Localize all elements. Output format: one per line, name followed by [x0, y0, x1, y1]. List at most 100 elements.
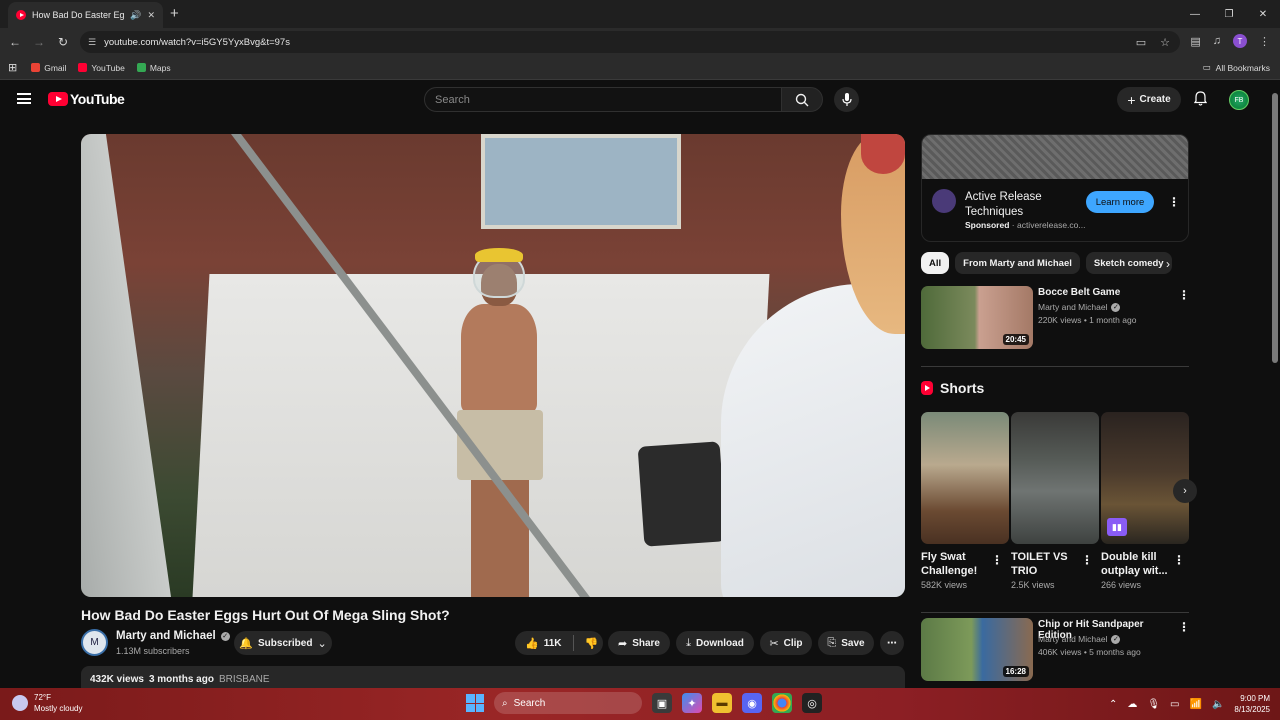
advertiser-logo[interactable]	[932, 189, 956, 213]
video-location[interactable]: BRISBANE	[219, 674, 270, 685]
subscribed-button[interactable]: 🔔 Subscribed ⌄	[234, 631, 332, 655]
chrome-icon[interactable]	[772, 693, 792, 713]
hamburger-menu-icon[interactable]	[17, 93, 31, 104]
save-button[interactable]: ⎘ Save	[818, 631, 874, 655]
video-meta: 406K views • 5 months ago	[1038, 647, 1141, 657]
ad-menu-icon[interactable]: ⋮	[1168, 196, 1180, 208]
bookmark-maps[interactable]: Maps	[136, 63, 171, 73]
recommended-video[interactable]: 16:28 Chip or Hit Sandpaper Edition Mart…	[921, 618, 1190, 682]
sponsored-ad-card[interactable]: Active Release Techniques Sponsored · ac…	[921, 134, 1189, 242]
browser-menu-icon[interactable]: ⋮	[1259, 35, 1270, 48]
short-menu-icon[interactable]: ⋮	[991, 554, 1003, 566]
short-thumbnail[interactable]	[1011, 412, 1099, 544]
profile-avatar[interactable]: T	[1233, 34, 1247, 48]
address-bar[interactable]: ☰ youtube.com/watch?v=i5GY5YyxBvg&t=97s …	[80, 31, 1180, 53]
short-title[interactable]: Fly Swat Challenge!	[921, 550, 993, 578]
discord-icon[interactable]: ◉	[742, 693, 762, 713]
onedrive-icon[interactable]: ☁	[1127, 699, 1137, 710]
cast-icon[interactable]: ▭	[1136, 36, 1146, 49]
bookmark-youtube[interactable]: YouTube	[78, 63, 125, 73]
all-bookmarks-label: All Bookmarks	[1215, 62, 1270, 73]
close-window-icon[interactable]: ✕	[1246, 0, 1280, 28]
page-scrollbar[interactable]	[1270, 81, 1280, 688]
clip-button[interactable]: ✂ Clip	[760, 631, 812, 655]
close-tab-icon[interactable]: ✕	[147, 10, 155, 21]
more-actions-button[interactable]: ⋯	[880, 631, 904, 655]
browser-tab[interactable]: How Bad Do Easter Eggs H 🔊 ✕	[8, 2, 163, 28]
save-label: Save	[841, 637, 865, 649]
video-title[interactable]: Bocce Belt Game	[1038, 287, 1178, 298]
microphone-icon[interactable]: 🎙	[1147, 699, 1160, 710]
restore-icon[interactable]: ❐	[1212, 0, 1246, 28]
file-explorer-icon[interactable]: ▬	[712, 693, 732, 713]
short-title[interactable]: TOILET VS TRIO	[1011, 550, 1083, 578]
reload-icon[interactable]: ↻	[51, 35, 75, 49]
filter-chips: All From Marty and Michael Sketch comedy	[921, 252, 1189, 274]
speaker-icon[interactable]: 🔊	[130, 10, 141, 21]
tray-expand-icon[interactable]: ⌃	[1109, 699, 1117, 710]
video-menu-icon[interactable]: ⋮	[1178, 621, 1190, 633]
task-view-icon[interactable]: ▣	[652, 693, 672, 713]
volume-icon[interactable]: 🔈	[1212, 699, 1224, 710]
advertiser-name[interactable]: Active Release Techniques	[965, 190, 1085, 220]
short-item[interactable]: Fly Swat Challenge! 582K views ⋮	[921, 412, 1009, 590]
short-menu-icon[interactable]: ⋮	[1173, 554, 1185, 566]
youtube-logo[interactable]: YouTube	[48, 91, 125, 107]
bookmark-gmail[interactable]: Gmail	[31, 63, 66, 73]
chip-from-channel[interactable]: From Marty and Michael	[955, 252, 1080, 274]
video-thumbnail[interactable]: 20:45	[921, 286, 1033, 349]
share-button[interactable]: ➦ Share	[608, 631, 670, 655]
video-thumbnail[interactable]: 16:28	[921, 618, 1033, 681]
like-count[interactable]: 11K	[544, 638, 562, 649]
learn-more-button[interactable]: Learn more	[1086, 191, 1154, 213]
short-item[interactable]: TOILET VS TRIO 2.5K views ⋮	[1011, 412, 1099, 590]
scrollbar-thumb[interactable]	[1272, 93, 1278, 363]
account-avatar[interactable]: FB	[1229, 90, 1249, 110]
ad-banner-image[interactable]	[922, 135, 1188, 179]
site-info-icon[interactable]: ☰	[88, 37, 96, 48]
taskbar-clock[interactable]: 9:00 PM 8/13/2025	[1234, 693, 1270, 715]
forward-icon[interactable]: →	[27, 35, 51, 49]
search-button[interactable]	[781, 87, 823, 112]
short-thumbnail[interactable]: ▮▮	[1101, 412, 1189, 544]
back-icon[interactable]: ←	[3, 35, 27, 49]
short-menu-icon[interactable]: ⋮	[1081, 554, 1093, 566]
video-menu-icon[interactable]: ⋮	[1178, 289, 1190, 301]
minimize-icon[interactable]: —	[1178, 0, 1212, 28]
short-title[interactable]: Double kill outplay wit...	[1101, 550, 1173, 578]
video-channel[interactable]: Marty and Michael ✓	[1038, 634, 1121, 644]
copilot-icon[interactable]: ✦	[682, 693, 702, 713]
dislike-icon[interactable]: 👎	[585, 637, 599, 650]
all-bookmarks-button[interactable]: ▭ All Bookmarks	[1203, 62, 1270, 73]
voice-search-button[interactable]	[834, 87, 859, 112]
video-channel[interactable]: Marty and Michael ✓	[1038, 302, 1121, 312]
like-icon[interactable]: 👍	[525, 637, 539, 650]
recommended-video[interactable]: 20:45 Bocce Belt Game Marty and Michael …	[921, 286, 1190, 350]
description-box[interactable]: 432K views 3 months ago BRISBANE	[81, 666, 905, 690]
new-tab-button[interactable]: +	[170, 6, 179, 21]
short-item[interactable]: ▮▮ Double kill outplay wit... 266 views …	[1101, 412, 1189, 590]
display-icon[interactable]: ▭	[1170, 699, 1179, 710]
chip-all[interactable]: All	[921, 252, 950, 274]
short-thumbnail[interactable]	[921, 412, 1009, 544]
channel-avatar[interactable]: M	[81, 629, 108, 656]
network-icon[interactable]: 📶	[1190, 699, 1202, 710]
apps-grid-icon[interactable]: ⊞	[8, 61, 17, 74]
create-button[interactable]: + Create	[1117, 87, 1181, 112]
windows-start-icon[interactable]	[466, 694, 484, 712]
taskbar-search-label: Search	[513, 697, 546, 709]
taskbar-search[interactable]: ⌕ Search	[494, 692, 642, 714]
reading-mode-icon[interactable]: ▤	[1190, 35, 1200, 48]
weather-widget[interactable]: 72°F Mostly cloudy	[12, 692, 82, 714]
notifications-bell-icon[interactable]	[1193, 91, 1208, 109]
shorts-next-button[interactable]: ›	[1173, 479, 1197, 503]
channel-name-link[interactable]: Marty and Michael ✓	[116, 630, 230, 642]
chip-sketch-comedy[interactable]: Sketch comedy	[1085, 252, 1172, 274]
search-input[interactable]: Search	[424, 87, 782, 112]
bookmark-star-icon[interactable]: ☆	[1160, 36, 1170, 49]
chevron-right-icon[interactable]: ›	[1166, 257, 1170, 271]
media-controls-icon[interactable]: ♫	[1213, 35, 1221, 47]
github-icon[interactable]: ◎	[802, 693, 822, 713]
video-player[interactable]	[81, 134, 905, 597]
download-button[interactable]: ⤓ Download	[676, 631, 754, 655]
